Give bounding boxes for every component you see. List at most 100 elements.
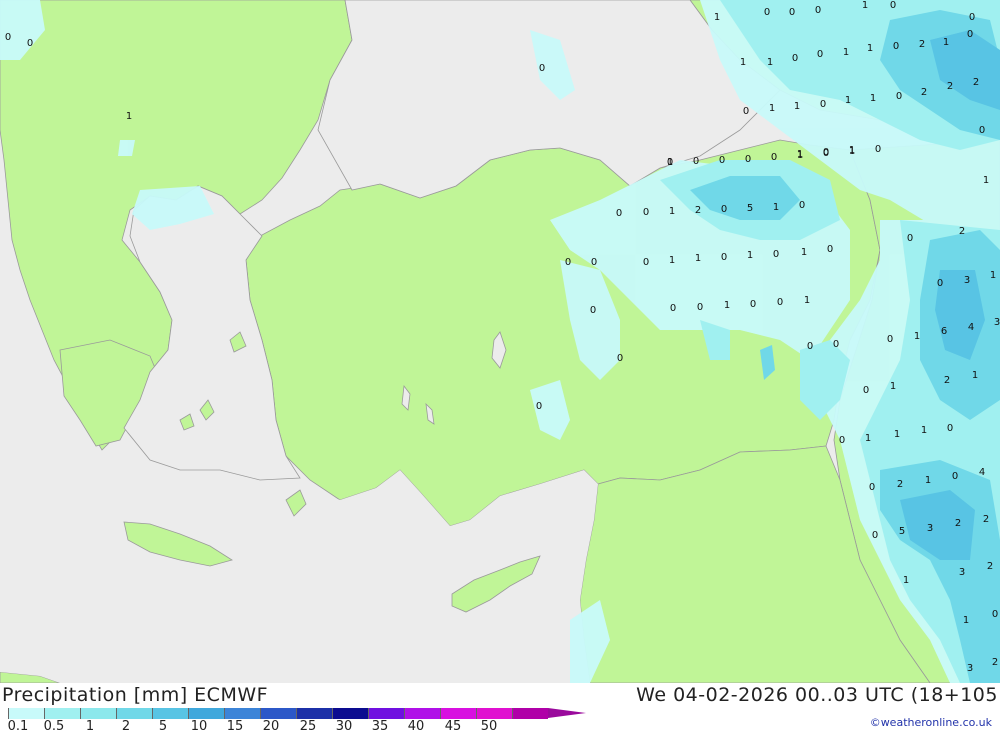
- precip-value-label: 0: [823, 148, 829, 159]
- precip-value-label: 0: [27, 38, 33, 49]
- precip-value-label: 1: [845, 95, 851, 106]
- precip-value-label: 0: [896, 91, 902, 102]
- precip-value-label: 5: [899, 526, 905, 537]
- precip-value-label: 0: [764, 7, 770, 18]
- precip-value-label: 4: [968, 322, 974, 333]
- precip-value-label: 1: [865, 433, 871, 444]
- precip-value-label: 0: [893, 41, 899, 52]
- colorbar-swatch: [512, 708, 548, 719]
- precip-value-label: 1: [890, 381, 896, 392]
- precip-value-label: 2: [921, 87, 927, 98]
- precip-value-label: 0: [721, 204, 727, 215]
- precip-value-label: 0: [643, 257, 649, 268]
- precip-value-label: 1: [870, 93, 876, 104]
- credit-link[interactable]: ©weatheronline.co.uk: [870, 716, 992, 729]
- precip-value-label: 1: [669, 206, 675, 217]
- colorbar-tick-label: 0.5: [43, 719, 65, 734]
- colorbar-swatch: [152, 708, 188, 719]
- colorbar-swatch: [188, 708, 224, 719]
- precip-value-label: 0: [617, 353, 623, 364]
- precip-value-label: 1: [740, 57, 746, 68]
- precip-value-label: 0: [539, 63, 545, 74]
- precip-value-label: 3: [959, 567, 965, 578]
- precip-value-label: 4: [979, 467, 985, 478]
- precip-value-label: 0: [670, 303, 676, 314]
- precip-value-label: 2: [992, 657, 998, 668]
- precip-value-label: 0: [536, 401, 542, 412]
- colorbar-tick-label: 0.1: [7, 719, 29, 734]
- precip-value-label: 1: [667, 157, 673, 168]
- precip-value-label: 1: [914, 331, 920, 342]
- precip-value-label: 0: [591, 257, 597, 268]
- precip-value-label: 3: [967, 663, 973, 674]
- precip-value-label: 1: [943, 37, 949, 48]
- precip-value-label: 3: [994, 317, 1000, 328]
- precip-value-label: 0: [777, 297, 783, 308]
- precip-value-label: 2: [947, 81, 953, 92]
- colorbar-tick-label: 15: [226, 719, 244, 734]
- precip-value-label: 2: [695, 205, 701, 216]
- precip-value-label: 1: [925, 475, 931, 486]
- precip-value-label: 0: [947, 423, 953, 434]
- precip-value-label: 0: [815, 5, 821, 16]
- colorbar-tick-label: 10: [190, 719, 208, 734]
- precip-value-label: 3: [964, 275, 970, 286]
- precip-value-label: 2: [955, 518, 961, 529]
- precip-value-label: 0: [773, 249, 779, 260]
- precip-value-label: 1: [126, 111, 132, 122]
- precip-value-label: 0: [750, 299, 756, 310]
- precip-value-label: 1: [921, 425, 927, 436]
- colorbar: [8, 708, 586, 719]
- colorbar-swatch: [8, 708, 44, 719]
- precip-value-label: 0: [937, 278, 943, 289]
- colorbar-tick-label: 30: [335, 719, 353, 734]
- precip-value-label: 1: [990, 270, 996, 281]
- precip-value-label: 0: [565, 257, 571, 268]
- precip-value-label: 0: [745, 154, 751, 165]
- colorbar-tick-label: 2: [121, 719, 131, 734]
- precip-value-label: 0: [967, 29, 973, 40]
- colorbar-swatch: [296, 708, 332, 719]
- precip-value-label: 1: [963, 615, 969, 626]
- precip-value-label: 1: [894, 429, 900, 440]
- colorbar-tick-label: 20: [262, 719, 280, 734]
- precip-value-label: 2: [973, 77, 979, 88]
- precip-value-label: 0: [817, 49, 823, 60]
- colorbar-swatch: [440, 708, 476, 719]
- precipitation-map[interactable]: 1 0 0 0 1 0 0 0 0 1 0 1 1 0 0 1 1 0 2 1 0 0 1 1 0 1 1 0 2 2 2 0 1 0 1 1 0 1 0 0…: [0, 0, 1000, 684]
- precip-value-label: 0: [833, 339, 839, 350]
- legend-footer: Precipitation [mm] ECMWF We 04-02-2026 0…: [0, 683, 1000, 734]
- precip-value-label: 0: [869, 482, 875, 493]
- colorbar-swatch: [44, 708, 80, 719]
- precip-value-label: 1: [797, 150, 803, 161]
- precip-value-label: 0: [743, 106, 749, 117]
- colorbar-tick-label: 5: [158, 719, 168, 734]
- precip-value-label: 0: [721, 252, 727, 263]
- precip-value-label: 0: [590, 305, 596, 316]
- precip-value-label: 0: [887, 334, 893, 345]
- precip-value-label: 0: [697, 302, 703, 313]
- precip-value-label: 1: [801, 247, 807, 258]
- colorbar-tick-label: 35: [371, 719, 389, 734]
- colorbar-tick-label: 50: [480, 719, 498, 734]
- precip-value-label: 0: [693, 156, 699, 167]
- precip-value-label: 2: [987, 561, 993, 572]
- precip-value-label: 0: [969, 12, 975, 23]
- precip-value-label: 0: [952, 471, 958, 482]
- colorbar-swatch: [476, 708, 512, 719]
- colorbar-tick-label: 40: [407, 719, 425, 734]
- colorbar-swatch: [260, 708, 296, 719]
- precip-value-label: 1: [714, 12, 720, 23]
- precip-value-label: 1: [669, 255, 675, 266]
- precip-value-label: 1: [794, 101, 800, 112]
- precip-value-label: 0: [807, 341, 813, 352]
- precip-value-label: 1: [849, 146, 855, 157]
- precip-value-label: 1: [769, 103, 775, 114]
- colorbar-swatch: [368, 708, 404, 719]
- forecast-datetime: We 04-02-2026 00..03 UTC (18+105: [636, 684, 998, 706]
- precip-value-label: 1: [695, 253, 701, 264]
- precip-value-label: 0: [719, 155, 725, 166]
- precip-value-label: 1: [773, 202, 779, 213]
- colorbar-tick-label: 1: [85, 719, 95, 734]
- precip-value-label: 0: [827, 244, 833, 255]
